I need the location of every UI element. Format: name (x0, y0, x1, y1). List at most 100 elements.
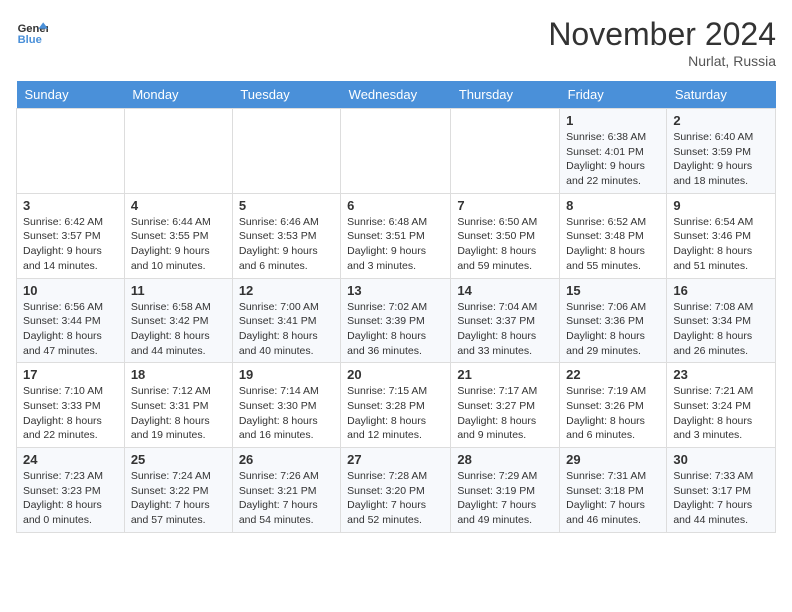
day-number: 21 (457, 367, 553, 382)
day-number: 22 (566, 367, 660, 382)
day-number: 19 (239, 367, 334, 382)
day-info: Sunrise: 6:42 AMSunset: 3:57 PMDaylight:… (23, 215, 118, 274)
day-number: 23 (673, 367, 769, 382)
day-number: 24 (23, 452, 118, 467)
weekday-header-saturday: Saturday (667, 81, 776, 109)
calendar-cell: 15Sunrise: 7:06 AMSunset: 3:36 PMDayligh… (560, 278, 667, 363)
svg-text:Blue: Blue (18, 34, 42, 46)
day-info: Sunrise: 7:12 AMSunset: 3:31 PMDaylight:… (131, 384, 226, 443)
day-info: Sunrise: 7:04 AMSunset: 3:37 PMDaylight:… (457, 300, 553, 359)
calendar-cell: 5 Sunrise: 6:46 AMSunset: 3:53 PMDaylight… (232, 193, 340, 278)
calendar-cell: 9 Sunrise: 6:54 AMSunset: 3:46 PMDaylight… (667, 193, 776, 278)
day-info: Sunrise: 7:15 AMSunset: 3:28 PMDaylight:… (347, 384, 444, 443)
day-info: Sunrise: 6:48 AMSunset: 3:51 PMDaylight:… (347, 215, 444, 274)
month-title: November 2024 (548, 16, 776, 53)
day-number: 14 (457, 283, 553, 298)
calendar-cell: 30 Sunrise: 7:33 AMSunset: 3:17 PMDayligh… (667, 448, 776, 533)
calendar-cell (124, 109, 232, 194)
calendar-cell: 24 Sunrise: 7:23 AMSunset: 3:23 PMDayligh… (17, 448, 125, 533)
day-number: 5 (239, 198, 334, 213)
day-info: Sunrise: 7:19 AMSunset: 3:26 PMDaylight:… (566, 384, 660, 443)
calendar-cell: 6 Sunrise: 6:48 AMSunset: 3:51 PMDaylight… (341, 193, 451, 278)
calendar-cell: 2Sunrise: 6:40 AMSunset: 3:59 PMDaylight… (667, 109, 776, 194)
calendar-cell: 27Sunrise: 7:28 AMSunset: 3:20 PMDayligh… (341, 448, 451, 533)
calendar-cell (232, 109, 340, 194)
page-header: General Blue November 2024 Nurlat, Russi… (16, 16, 776, 69)
calendar-cell: 12 Sunrise: 7:00 AMSunset: 3:41 PMDayligh… (232, 278, 340, 363)
weekday-header-wednesday: Wednesday (341, 81, 451, 109)
day-number: 26 (239, 452, 334, 467)
day-number: 18 (131, 367, 226, 382)
calendar-week-1: 1Sunrise: 6:38 AMSunset: 4:01 PMDaylight… (17, 109, 776, 194)
day-info: Sunrise: 6:44 AMSunset: 3:55 PMDaylight:… (131, 215, 226, 274)
calendar-cell: 11Sunrise: 6:58 AMSunset: 3:42 PMDayligh… (124, 278, 232, 363)
weekday-header-thursday: Thursday (451, 81, 560, 109)
day-info: Sunrise: 7:02 AMSunset: 3:39 PMDaylight:… (347, 300, 444, 359)
weekday-header-sunday: Sunday (17, 81, 125, 109)
calendar-week-4: 17 Sunrise: 7:10 AMSunset: 3:33 PMDayligh… (17, 363, 776, 448)
day-info: Sunrise: 7:08 AMSunset: 3:34 PMDaylight:… (673, 300, 769, 359)
calendar-cell: 19 Sunrise: 7:14 AMSunset: 3:30 PMDayligh… (232, 363, 340, 448)
day-info: Sunrise: 7:29 AMSunset: 3:19 PMDaylight:… (457, 469, 553, 528)
day-number: 29 (566, 452, 660, 467)
day-number: 17 (23, 367, 118, 382)
title-block: November 2024 Nurlat, Russia (548, 16, 776, 69)
calendar-cell: 4 Sunrise: 6:44 AMSunset: 3:55 PMDaylight… (124, 193, 232, 278)
calendar-cell: 14 Sunrise: 7:04 AMSunset: 3:37 PMDayligh… (451, 278, 560, 363)
calendar-cell: 16 Sunrise: 7:08 AMSunset: 3:34 PMDayligh… (667, 278, 776, 363)
day-info: Sunrise: 7:17 AMSunset: 3:27 PMDaylight:… (457, 384, 553, 443)
day-number: 3 (23, 198, 118, 213)
day-info: Sunrise: 7:23 AMSunset: 3:23 PMDaylight:… (23, 469, 118, 528)
day-number: 10 (23, 283, 118, 298)
location: Nurlat, Russia (548, 53, 776, 69)
day-number: 30 (673, 452, 769, 467)
calendar-week-5: 24 Sunrise: 7:23 AMSunset: 3:23 PMDayligh… (17, 448, 776, 533)
calendar-cell (17, 109, 125, 194)
day-number: 8 (566, 198, 660, 213)
day-info: Sunrise: 7:26 AMSunset: 3:21 PMDaylight:… (239, 469, 334, 528)
calendar-cell: 20 Sunrise: 7:15 AMSunset: 3:28 PMDayligh… (341, 363, 451, 448)
calendar-cell: 1Sunrise: 6:38 AMSunset: 4:01 PMDaylight… (560, 109, 667, 194)
day-number: 12 (239, 283, 334, 298)
day-number: 9 (673, 198, 769, 213)
day-info: Sunrise: 7:33 AMSunset: 3:17 PMDaylight:… (673, 469, 769, 528)
day-info: Sunrise: 7:00 AMSunset: 3:41 PMDaylight:… (239, 300, 334, 359)
day-number: 4 (131, 198, 226, 213)
day-number: 16 (673, 283, 769, 298)
calendar-cell (451, 109, 560, 194)
day-info: Sunrise: 7:31 AMSunset: 3:18 PMDaylight:… (566, 469, 660, 528)
day-number: 20 (347, 367, 444, 382)
day-number: 15 (566, 283, 660, 298)
day-info: Sunrise: 6:56 AMSunset: 3:44 PMDaylight:… (23, 300, 118, 359)
day-info: Sunrise: 6:52 AMSunset: 3:48 PMDaylight:… (566, 215, 660, 274)
calendar-cell: 8 Sunrise: 6:52 AMSunset: 3:48 PMDaylight… (560, 193, 667, 278)
day-number: 11 (131, 283, 226, 298)
day-info: Sunrise: 7:21 AMSunset: 3:24 PMDaylight:… (673, 384, 769, 443)
calendar-cell: 29 Sunrise: 7:31 AMSunset: 3:18 PMDayligh… (560, 448, 667, 533)
calendar-cell: 26 Sunrise: 7:26 AMSunset: 3:21 PMDayligh… (232, 448, 340, 533)
day-info: Sunrise: 6:54 AMSunset: 3:46 PMDaylight:… (673, 215, 769, 274)
calendar-week-2: 3 Sunrise: 6:42 AMSunset: 3:57 PMDaylight… (17, 193, 776, 278)
day-number: 6 (347, 198, 444, 213)
day-number: 25 (131, 452, 226, 467)
day-number: 13 (347, 283, 444, 298)
day-number: 7 (457, 198, 553, 213)
calendar-cell: 23 Sunrise: 7:21 AMSunset: 3:24 PMDayligh… (667, 363, 776, 448)
day-info: Sunrise: 6:38 AMSunset: 4:01 PMDaylight:… (566, 130, 660, 189)
calendar-cell: 7Sunrise: 6:50 AMSunset: 3:50 PMDaylight… (451, 193, 560, 278)
weekday-header-friday: Friday (560, 81, 667, 109)
weekday-header-tuesday: Tuesday (232, 81, 340, 109)
day-info: Sunrise: 7:14 AMSunset: 3:30 PMDaylight:… (239, 384, 334, 443)
calendar-cell: 18 Sunrise: 7:12 AMSunset: 3:31 PMDayligh… (124, 363, 232, 448)
weekday-header-row: SundayMondayTuesdayWednesdayThursdayFrid… (17, 81, 776, 109)
logo: General Blue (16, 16, 48, 48)
logo-icon: General Blue (16, 16, 48, 48)
calendar-cell: 17 Sunrise: 7:10 AMSunset: 3:33 PMDayligh… (17, 363, 125, 448)
calendar-cell: 25Sunrise: 7:24 AMSunset: 3:22 PMDayligh… (124, 448, 232, 533)
calendar-table: SundayMondayTuesdayWednesdayThursdayFrid… (16, 81, 776, 533)
calendar-cell: 21 Sunrise: 7:17 AMSunset: 3:27 PMDayligh… (451, 363, 560, 448)
day-info: Sunrise: 6:46 AMSunset: 3:53 PMDaylight:… (239, 215, 334, 274)
calendar-cell: 22 Sunrise: 7:19 AMSunset: 3:26 PMDayligh… (560, 363, 667, 448)
day-info: Sunrise: 7:10 AMSunset: 3:33 PMDaylight:… (23, 384, 118, 443)
day-info: Sunrise: 7:28 AMSunset: 3:20 PMDaylight:… (347, 469, 444, 528)
